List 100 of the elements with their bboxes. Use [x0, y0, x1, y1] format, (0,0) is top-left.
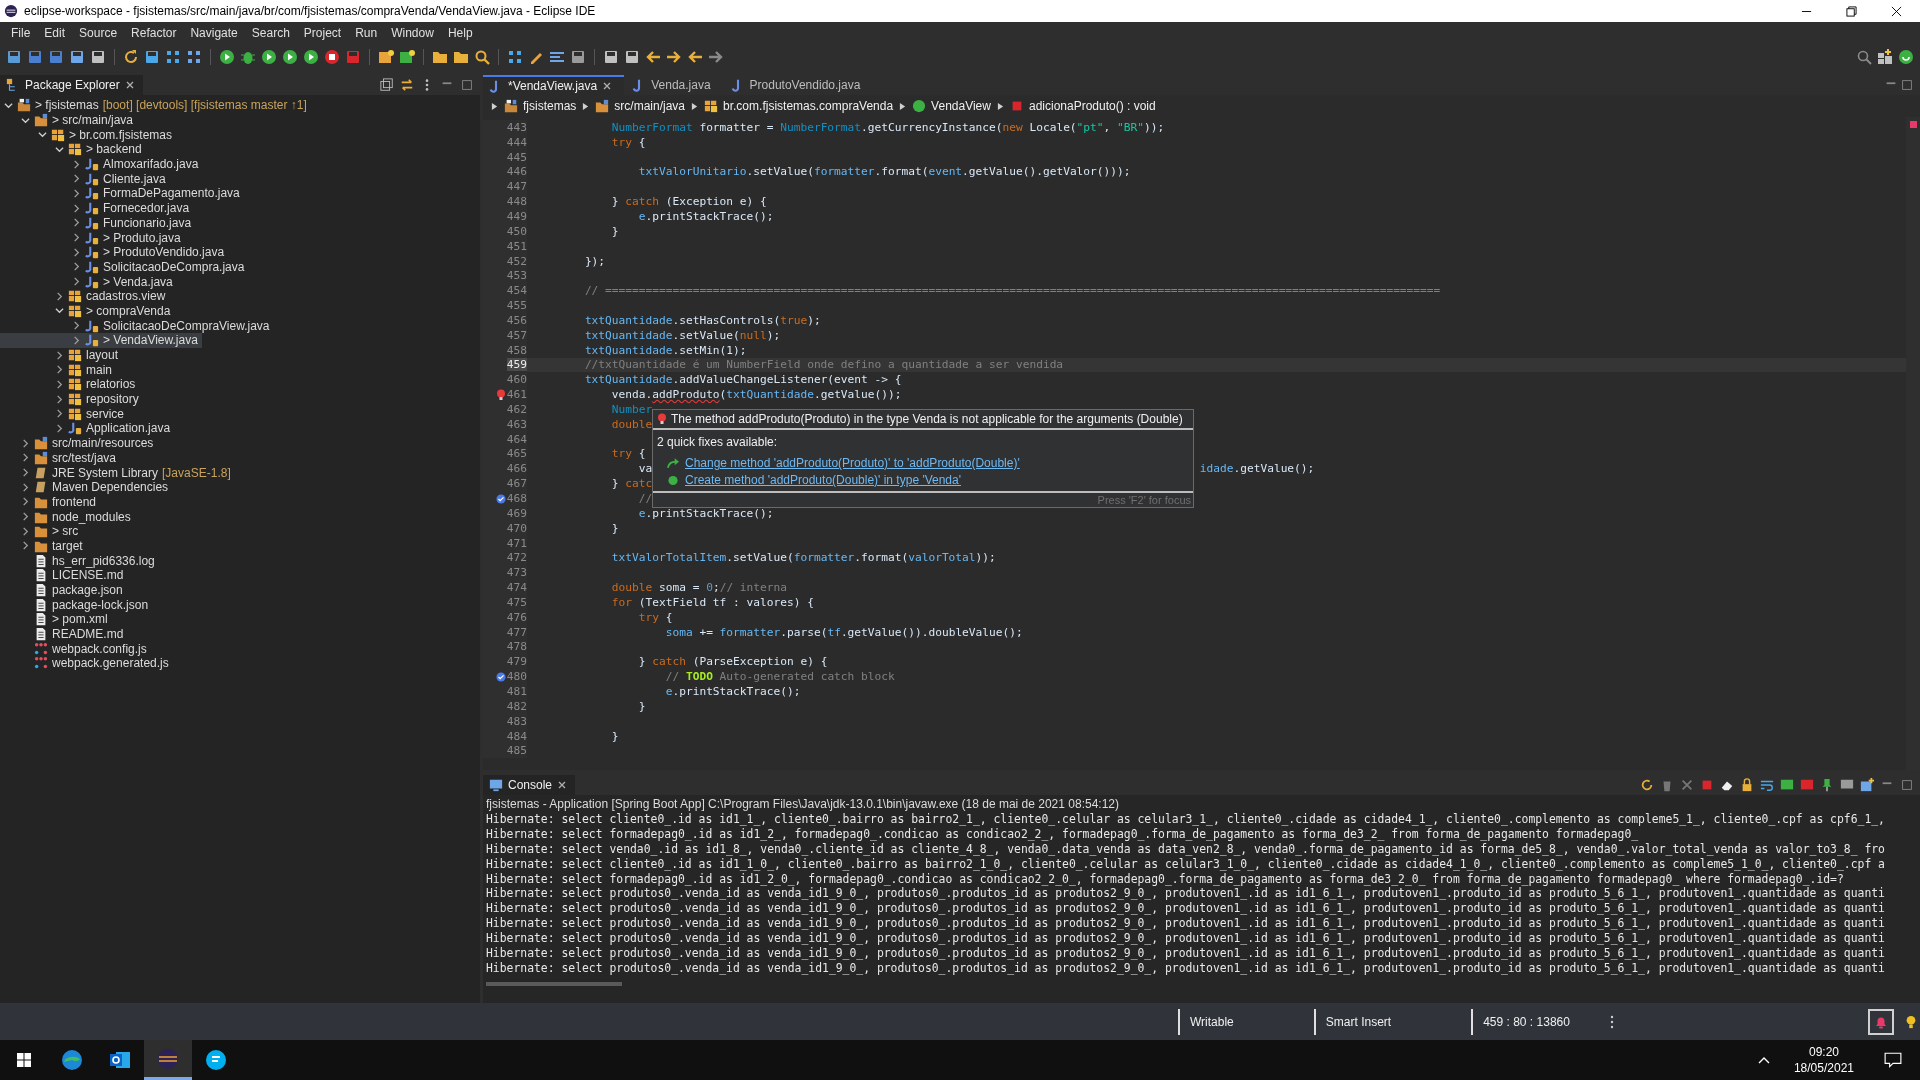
- tree-item[interactable]: > br.com.fjsistemas: [0, 127, 177, 143]
- tree-item[interactable]: SolicitacaoDeCompraView.java: [0, 318, 274, 333]
- tree-item[interactable]: > backend: [0, 142, 146, 157]
- error-marker-icon[interactable]: [495, 388, 506, 401]
- refresh-icon[interactable]: [1640, 778, 1654, 792]
- tree-item[interactable]: LICENSE.md: [0, 568, 128, 583]
- menu-item[interactable]: Navigate: [183, 25, 245, 40]
- search-icon[interactable]: [474, 48, 490, 65]
- chevron-right-icon[interactable]: [72, 335, 81, 345]
- editor-tab[interactable]: ProdutoVendido.java: [724, 75, 873, 95]
- quick-fix-link[interactable]: Create method 'addProduto(Double)' in type 'Venda': [685, 473, 961, 487]
- refresh-icon[interactable]: [123, 48, 139, 65]
- editor-tab[interactable]: Venda.java: [626, 75, 723, 95]
- close-icon[interactable]: [124, 80, 135, 90]
- tree-item[interactable]: FormaDePagamento.java: [0, 186, 244, 201]
- chevron-right-icon[interactable]: [55, 350, 64, 360]
- menu-item[interactable]: File: [4, 25, 38, 40]
- tree-item[interactable]: > src/main/java: [0, 112, 138, 128]
- lightbulb-icon[interactable]: [1904, 1013, 1918, 1030]
- tree-item[interactable]: package-lock.json: [0, 597, 153, 613]
- kebab-menu-icon[interactable]: [1609, 1013, 1614, 1030]
- tree-item[interactable]: layout: [0, 347, 123, 363]
- chevron-right-icon[interactable]: [55, 423, 64, 433]
- display-icon[interactable]: [1840, 778, 1854, 792]
- menu-item[interactable]: Search: [244, 25, 297, 40]
- chevron-right-icon[interactable]: [21, 526, 30, 536]
- check-marker-icon[interactable]: [495, 492, 506, 505]
- new-console-icon[interactable]: [1860, 778, 1874, 792]
- arrow-right-icon[interactable]: [666, 48, 682, 65]
- close-icon[interactable]: [557, 780, 568, 790]
- chevron-right-icon[interactable]: [72, 159, 81, 169]
- quick-fix-link[interactable]: Change method 'addProduto(Produto)' to 'addProduto(Double)': [685, 456, 1020, 470]
- tree-item[interactable]: Application.java: [0, 421, 175, 436]
- collapse-all-icon[interactable]: [380, 78, 394, 92]
- tree-item[interactable]: Funcionario.java: [0, 215, 196, 231]
- maximize-icon[interactable]: [1900, 778, 1914, 792]
- remove-all-icon[interactable]: [1680, 778, 1694, 792]
- tree-item[interactable]: main: [0, 362, 116, 378]
- arrow-left-icon[interactable]: [645, 48, 661, 65]
- tree-item[interactable]: frontend: [0, 494, 101, 510]
- tree-item[interactable]: Maven Dependencies: [0, 479, 173, 495]
- tree-item[interactable]: SolicitacaoDeCompra.java: [0, 259, 249, 275]
- chevron-right-icon[interactable]: [72, 233, 81, 243]
- menu-item[interactable]: Window: [384, 25, 441, 40]
- maximize-icon[interactable]: [1900, 78, 1914, 92]
- spring-icon[interactable]: [1898, 48, 1914, 65]
- breadcrumb-item[interactable]: VendaView: [912, 99, 991, 113]
- tree-item[interactable]: > VendaView.java: [0, 333, 202, 348]
- menu-item[interactable]: Run: [348, 25, 385, 40]
- menu-item[interactable]: Source: [72, 25, 125, 40]
- scrollbar[interactable]: [486, 981, 622, 986]
- tree-item[interactable]: cadastros.view: [0, 288, 170, 304]
- tree-item[interactable]: > fjsistemas [boot] [devtools] [fjsistemas master ↑1]: [0, 98, 311, 113]
- chevron-right-icon[interactable]: [72, 218, 81, 228]
- tree-item[interactable]: webpack.generated.js: [0, 656, 173, 671]
- maximize-icon[interactable]: [460, 78, 474, 92]
- notification-icon[interactable]: [1884, 1051, 1902, 1069]
- view-tab[interactable]: Console: [483, 775, 576, 795]
- breadcrumb-item[interactable]: src/main/java: [595, 99, 686, 113]
- chevron-right-icon[interactable]: [21, 482, 30, 492]
- breadcrumb-item[interactable]: adicionaProduto() : void: [1009, 99, 1156, 113]
- taskbar-app[interactable]: [144, 1040, 192, 1080]
- tree-item[interactable]: target: [0, 538, 87, 554]
- chevron-right-icon[interactable]: [72, 247, 81, 257]
- perspective-icon[interactable]: [1877, 48, 1893, 65]
- restore-icon[interactable]: [1846, 5, 1857, 17]
- tree-item[interactable]: > compraVenda: [0, 303, 175, 319]
- view-tab[interactable]: Package Explorer: [0, 75, 143, 95]
- tree-item[interactable]: package.json: [0, 582, 127, 598]
- chevron-right-icon[interactable]: [21, 512, 30, 522]
- wrap-icon[interactable]: [1760, 778, 1774, 792]
- tree-item[interactable]: Almoxarifado.java: [0, 156, 203, 172]
- tree-item[interactable]: node_modules: [0, 509, 135, 524]
- chevron-right-icon[interactable]: [72, 188, 81, 198]
- chevron-down-icon[interactable]: [38, 130, 47, 140]
- chevron-right-icon[interactable]: [55, 379, 64, 389]
- link-icon[interactable]: [400, 78, 414, 92]
- tree-item[interactable]: service: [0, 406, 128, 422]
- tree-item[interactable]: src/main/resources: [0, 435, 158, 451]
- save-icon[interactable]: [27, 48, 43, 65]
- chevron-right-icon[interactable]: [55, 409, 64, 419]
- chevron-right-icon[interactable]: [21, 453, 30, 463]
- tree-item[interactable]: README.md: [0, 626, 128, 642]
- breadcrumb-item[interactable]: br.com.fjsistemas.compraVenda: [704, 99, 894, 113]
- chevron-right-icon[interactable]: [21, 497, 30, 507]
- breadcrumb-item[interactable]: fjsistemas: [504, 99, 577, 113]
- lock-icon[interactable]: [1740, 778, 1754, 792]
- tree-item[interactable]: hs_err_pid6336.log: [0, 553, 159, 568]
- chevron-down-icon[interactable]: [55, 306, 64, 316]
- arrow-left-icon[interactable]: [687, 48, 703, 65]
- chevron-right-icon[interactable]: [21, 468, 30, 478]
- menu-item[interactable]: Edit: [37, 25, 73, 40]
- close-icon[interactable]: [602, 81, 613, 91]
- stop-icon[interactable]: [324, 48, 340, 65]
- save-icon[interactable]: [48, 48, 64, 65]
- close-icon[interactable]: [1891, 5, 1902, 17]
- external-run-icon[interactable]: [303, 48, 319, 65]
- chevron-right-icon[interactable]: [55, 365, 64, 375]
- chevron-right-icon[interactable]: [72, 174, 81, 184]
- tree-item[interactable]: > pom.xml: [0, 612, 112, 627]
